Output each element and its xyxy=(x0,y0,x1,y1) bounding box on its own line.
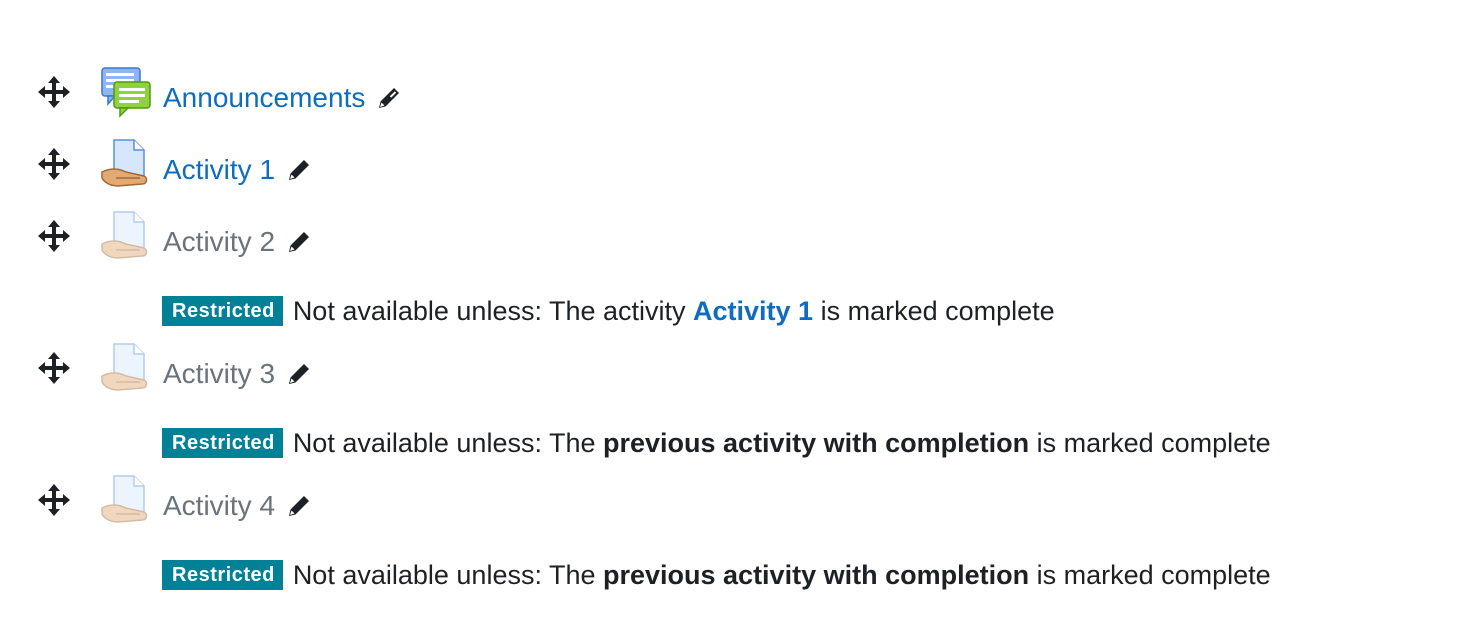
restriction-condition: previous activity with completion xyxy=(603,559,1030,590)
pencil-icon[interactable] xyxy=(375,84,403,112)
restriction-condition: previous activity with completion xyxy=(603,427,1030,458)
activity-row-2: Activity 2 xyxy=(0,210,1480,264)
restriction-activity-link[interactable]: Activity 1 xyxy=(693,296,813,327)
restriction-info: Restricted Not available unless: The pre… xyxy=(162,558,1271,592)
activity-link-1[interactable]: Activity 1 xyxy=(163,154,275,186)
assignment-icon xyxy=(100,474,152,526)
move-icon[interactable] xyxy=(36,482,72,518)
move-icon[interactable] xyxy=(36,350,72,386)
restriction-prefix: Not available unless: The activity xyxy=(292,295,694,326)
restriction-info: Restricted Not available unless: The pre… xyxy=(162,426,1271,460)
activity-title-wrap: Activity 1 xyxy=(163,152,313,188)
restricted-badge: Restricted xyxy=(162,428,283,458)
forum-icon xyxy=(100,66,152,118)
assignment-icon xyxy=(100,342,152,394)
move-icon[interactable] xyxy=(36,74,72,110)
move-icon[interactable] xyxy=(36,146,72,182)
move-icon[interactable] xyxy=(36,218,72,254)
activity-link-announcements[interactable]: Announcements xyxy=(163,82,365,114)
activity-row-announcements: Announcements xyxy=(0,66,1480,120)
restriction-suffix: is marked complete xyxy=(1029,559,1271,590)
pencil-icon[interactable] xyxy=(285,360,313,388)
activity-row-3: Activity 3 xyxy=(0,342,1480,396)
restricted-badge: Restricted xyxy=(162,560,283,590)
restriction-prefix: Not available unless: The xyxy=(292,427,603,458)
restriction-prefix: Not available unless: The xyxy=(292,559,603,590)
activity-link-4[interactable]: Activity 4 xyxy=(163,490,275,522)
restriction-suffix: is marked complete xyxy=(813,295,1055,326)
activity-link-3[interactable]: Activity 3 xyxy=(163,358,275,390)
activity-title-wrap: Activity 3 xyxy=(163,356,313,392)
pencil-icon[interactable] xyxy=(285,492,313,520)
assignment-icon xyxy=(100,210,152,262)
activity-link-2[interactable]: Activity 2 xyxy=(163,226,275,258)
restriction-info: Restricted Not available unless: The act… xyxy=(162,294,1055,328)
activity-title-wrap: Activity 2 xyxy=(163,224,313,260)
activity-row-4: Activity 4 xyxy=(0,474,1480,528)
restriction-suffix: is marked complete xyxy=(1029,427,1271,458)
assignment-icon xyxy=(100,138,152,190)
activity-title-wrap: Activity 4 xyxy=(163,488,313,524)
activity-row-1: Activity 1 xyxy=(0,138,1480,192)
restricted-badge: Restricted xyxy=(162,296,283,326)
activity-title-wrap: Announcements xyxy=(163,80,403,116)
pencil-icon[interactable] xyxy=(285,228,313,256)
pencil-icon[interactable] xyxy=(285,156,313,184)
activity-list: Announcements Activity 1 Activity 2 Rest… xyxy=(0,0,1480,629)
